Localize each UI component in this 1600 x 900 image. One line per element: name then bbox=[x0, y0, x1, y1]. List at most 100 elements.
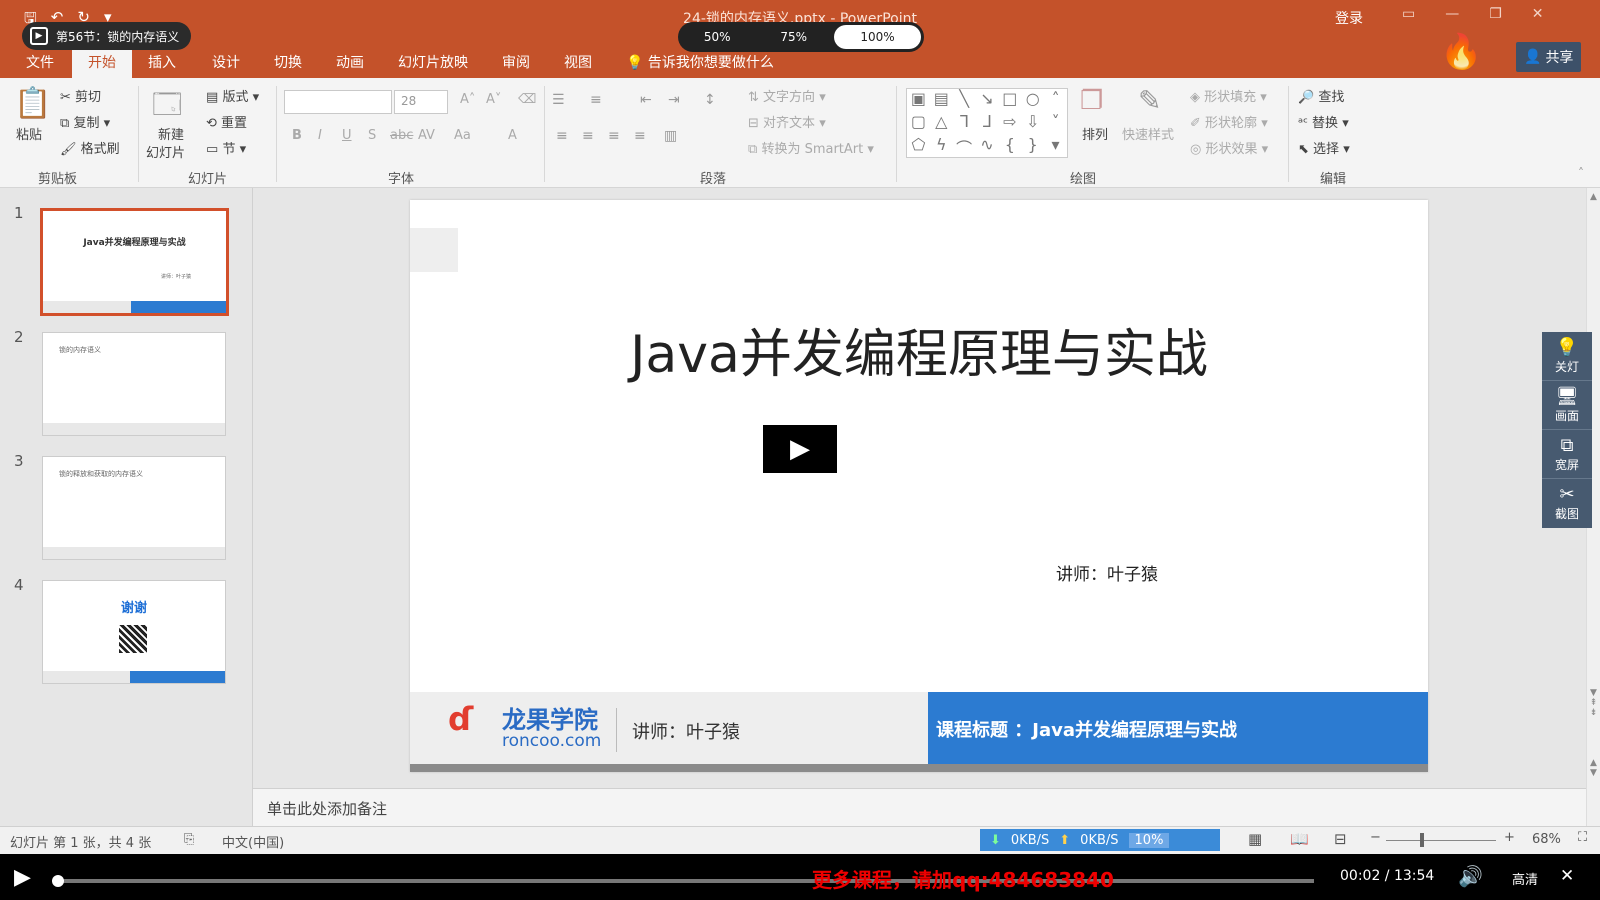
select-button[interactable]: ⬉ 选择 ▾ bbox=[1298, 138, 1350, 157]
zoom-out-icon[interactable]: − bbox=[1370, 830, 1381, 845]
maximize-icon[interactable]: ❐ bbox=[1489, 6, 1502, 22]
zoom-level[interactable]: 68% bbox=[1532, 832, 1561, 847]
next-slide-icon[interactable]: ⇟ bbox=[1587, 708, 1600, 718]
numbering-icon[interactable]: ≡ bbox=[590, 92, 602, 108]
font-size-combo[interactable]: 28 bbox=[394, 90, 448, 114]
slideshow-view-icon[interactable]: ⊟ bbox=[1334, 830, 1347, 848]
arrow-line-shape-icon[interactable]: ↘ bbox=[976, 89, 999, 112]
login-link[interactable]: 登录 bbox=[1335, 8, 1363, 28]
tab-design[interactable]: 设计 bbox=[204, 50, 248, 78]
screenshot-button[interactable]: ✂ 截图 bbox=[1542, 479, 1592, 528]
shape-effects-button[interactable]: ◎ 形状效果 ▾ bbox=[1190, 138, 1268, 157]
gallery-up-icon[interactable]: ˄ bbox=[1044, 89, 1067, 112]
speed-option-100[interactable]: 100% bbox=[834, 25, 921, 49]
oval-shape-icon[interactable]: ○ bbox=[1021, 89, 1044, 112]
reading-view-icon[interactable]: 📖 bbox=[1290, 830, 1309, 848]
slide-title[interactable]: Java并发编程原理与实战 bbox=[410, 312, 1428, 387]
align-left-icon[interactable]: ≡ bbox=[556, 128, 568, 144]
spellcheck-icon[interactable]: ⎘ bbox=[184, 832, 194, 847]
tell-me-search[interactable]: 💡 告诉我你想要做什么 bbox=[626, 50, 774, 78]
bullets-icon[interactable]: ☰ bbox=[552, 92, 565, 108]
decrease-indent-icon[interactable]: ⇤ bbox=[640, 92, 652, 108]
elbow-shape-icon[interactable]: ᒣ bbox=[953, 112, 976, 135]
text-direction-button[interactable]: ⇅ 文字方向 ▾ bbox=[748, 86, 826, 105]
widescreen-button[interactable]: ⧉ 宽屏 bbox=[1542, 430, 1592, 479]
line-spacing-icon[interactable]: ↕ bbox=[704, 92, 716, 108]
align-right-icon[interactable]: ≡ bbox=[608, 128, 620, 144]
close-icon[interactable]: ✕ bbox=[1532, 6, 1544, 22]
notes-pane[interactable]: 单击此处添加备注 bbox=[253, 788, 1586, 826]
ribbon-display-icon[interactable]: ▭ bbox=[1402, 6, 1415, 22]
quick-styles-button[interactable]: 快速样式 bbox=[1122, 124, 1174, 143]
volume-icon[interactable]: 🔊 bbox=[1458, 864, 1483, 888]
increase-indent-icon[interactable]: ⇥ bbox=[668, 92, 680, 108]
triangle-shape-icon[interactable]: △ bbox=[930, 112, 953, 135]
zoom-in-icon[interactable]: + bbox=[1504, 830, 1515, 845]
paste-button[interactable]: 粘贴 bbox=[16, 124, 42, 143]
replace-button[interactable]: ᵃᶜ 替换 ▾ bbox=[1298, 112, 1349, 131]
normal-view-icon[interactable]: ▦ bbox=[1248, 830, 1262, 848]
cut-button[interactable]: ✂ 剪切 bbox=[60, 86, 101, 105]
format-painter-button[interactable]: 🖌 格式刷 bbox=[60, 138, 120, 157]
columns-icon[interactable]: ▥ bbox=[664, 128, 677, 144]
tab-transitions[interactable]: 切换 bbox=[266, 50, 310, 78]
gallery-down-icon[interactable]: ˅ bbox=[1044, 112, 1067, 135]
prev-slide-icon[interactable]: ⇞ bbox=[1587, 698, 1600, 708]
clear-format-icon[interactable]: ⌫ bbox=[518, 92, 536, 107]
down-arrow-shape-icon[interactable]: ⇩ bbox=[1021, 112, 1044, 135]
notes-scroll-down-icon[interactable]: ▼ bbox=[1587, 768, 1600, 778]
play-pause-icon[interactable]: ▶ bbox=[14, 865, 31, 890]
brace-left-shape-icon[interactable]: { bbox=[998, 135, 1021, 158]
brace-right-shape-icon[interactable]: } bbox=[1021, 135, 1044, 158]
line-shape-icon[interactable]: ╲ bbox=[953, 89, 976, 112]
curve-shape-icon[interactable]: ∿ bbox=[976, 135, 999, 158]
speed-option-50[interactable]: 50% bbox=[681, 25, 754, 49]
tab-home[interactable]: 开始 bbox=[72, 50, 132, 78]
shapes-gallery[interactable]: ▣ ▤ ╲ ↘ □ ○ ˄ ▢ △ ᒣ ᒧ ⇨ ⇩ ˅ ⬠ ϟ ⌒ ∿{} ▾ bbox=[906, 88, 1068, 158]
char-spacing-button[interactable]: AV bbox=[418, 128, 435, 143]
tab-review[interactable]: 审阅 bbox=[494, 50, 538, 78]
share-button[interactable]: 👤 共享 bbox=[1516, 42, 1582, 72]
speed-option-75[interactable]: 75% bbox=[758, 25, 831, 49]
elbow-arrow-shape-icon[interactable]: ᒧ bbox=[976, 112, 999, 135]
tab-animations[interactable]: 动画 bbox=[328, 50, 372, 78]
font-grow-button[interactable]: A˄ bbox=[460, 92, 475, 107]
shape-fill-button[interactable]: ◈ 形状填充 ▾ bbox=[1190, 86, 1267, 105]
slide-thumbnail-2[interactable]: 锁的内存语义 bbox=[42, 332, 226, 436]
freeform-shape-icon[interactable]: ⬠ bbox=[907, 135, 930, 158]
align-center-icon[interactable]: ≡ bbox=[582, 128, 594, 144]
lesson-badge[interactable]: ▶ 第56节：锁的内存语义 bbox=[22, 22, 192, 50]
arrange-icon[interactable]: ❐ bbox=[1080, 86, 1103, 116]
align-text-button[interactable]: ⊟ 对齐文本 ▾ bbox=[748, 112, 826, 131]
progress-thumb[interactable] bbox=[52, 875, 64, 887]
section-button[interactable]: ▭ 节 ▾ bbox=[206, 138, 246, 157]
slide-thumbnail-3[interactable]: 锁的释放和获取的内存语义 bbox=[42, 456, 226, 560]
scroll-up-icon[interactable]: ▲ bbox=[1587, 192, 1600, 202]
fullscreen-icon[interactable]: ✕ bbox=[1560, 866, 1574, 886]
collapse-ribbon-icon[interactable]: ˄ bbox=[1578, 166, 1584, 180]
tab-slideshow[interactable]: 幻灯片放映 bbox=[390, 50, 476, 78]
tab-view[interactable]: 视图 bbox=[556, 50, 600, 78]
minimize-icon[interactable]: — bbox=[1445, 6, 1459, 22]
underline-button[interactable]: U bbox=[342, 128, 352, 143]
rect-shape-icon[interactable]: □ bbox=[998, 89, 1021, 112]
tab-insert[interactable]: 插入 bbox=[140, 50, 184, 78]
lights-off-button[interactable]: 💡 关灯 bbox=[1542, 332, 1592, 381]
font-color-button[interactable]: A bbox=[508, 128, 517, 143]
layout-button[interactable]: ▤ 版式 ▾ bbox=[206, 86, 259, 105]
picture-button[interactable]: 🖥 画面 bbox=[1542, 381, 1592, 430]
copy-button[interactable]: ⧉ 复制 ▾ bbox=[60, 112, 110, 131]
slide-thumbnail-1[interactable]: Java并发编程原理与实战 讲师：叶子猿 bbox=[40, 208, 229, 316]
quality-selector[interactable]: 高清 bbox=[1512, 869, 1538, 888]
change-case-button[interactable]: Aa bbox=[454, 128, 471, 143]
shadow-button[interactable]: S bbox=[368, 128, 376, 143]
shape-outline-button[interactable]: ✐ 形状轮廓 ▾ bbox=[1190, 112, 1268, 131]
zoom-slider[interactable] bbox=[1386, 840, 1496, 841]
fit-to-window-icon[interactable]: ⛶ bbox=[1578, 830, 1587, 845]
video-play-button[interactable]: ▶ bbox=[763, 425, 837, 473]
rounded-rect-shape-icon[interactable]: ▢ bbox=[907, 112, 930, 135]
reset-button[interactable]: ⟲ 重置 bbox=[206, 112, 247, 131]
scroll-down-icon[interactable]: ▼ bbox=[1587, 688, 1600, 698]
gallery-more-icon[interactable]: ▾ bbox=[1044, 135, 1067, 158]
new-slide-line2[interactable]: 幻灯片 bbox=[146, 142, 185, 161]
